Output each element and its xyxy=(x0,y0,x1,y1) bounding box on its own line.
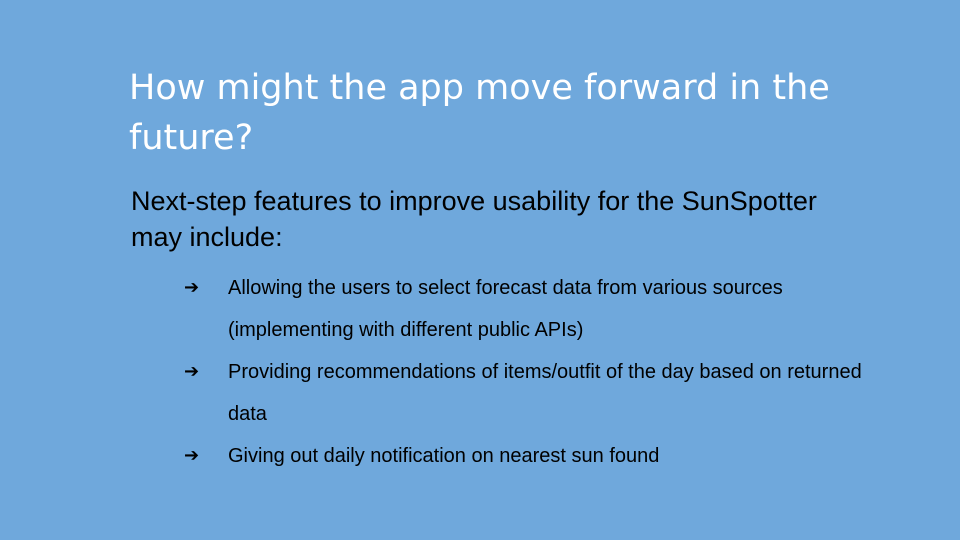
list-item-text: Providing recommendations of items/outfi… xyxy=(228,361,862,425)
list-item: ➔ Giving out daily notification on neare… xyxy=(184,435,871,477)
right-arrow-icon: ➔ xyxy=(184,277,200,298)
slide-body: Next-step features to improve usability … xyxy=(131,183,871,477)
feature-list: ➔ Allowing the users to select forecast … xyxy=(131,267,871,477)
list-item: ➔ Allowing the users to select forecast … xyxy=(184,267,871,351)
intro-text: Next-step features to improve usability … xyxy=(131,186,817,252)
list-item-text: Allowing the users to select forecast da… xyxy=(228,277,783,341)
list-item-text: Giving out daily notification on nearest… xyxy=(228,445,660,467)
slide: How might the app move forward in the fu… xyxy=(0,0,960,540)
right-arrow-icon: ➔ xyxy=(184,361,200,382)
slide-title: How might the app move forward in the fu… xyxy=(129,68,830,158)
list-item: ➔ Providing recommendations of items/out… xyxy=(184,351,871,435)
right-arrow-icon: ➔ xyxy=(184,445,200,466)
